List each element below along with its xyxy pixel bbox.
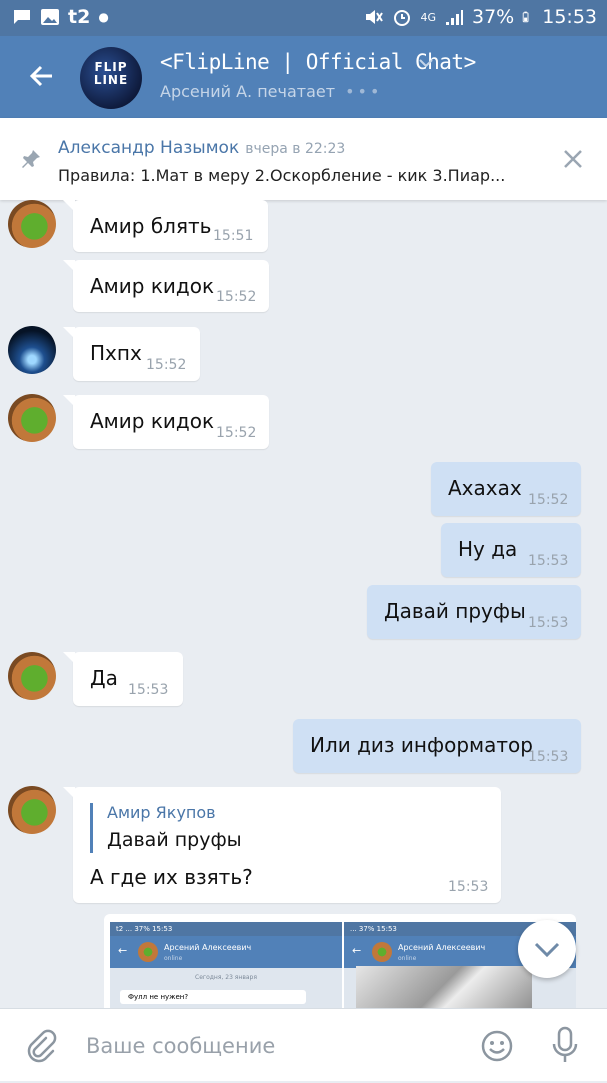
chevron-down-icon[interactable] (418, 58, 434, 68)
image-notification-icon (41, 9, 59, 25)
message-bubble[interactable]: Или диз информатор 15:53 (293, 719, 581, 773)
mini-contact-status: online (398, 955, 417, 962)
message-bubble[interactable]: Давай пруфы 15:53 (367, 585, 581, 639)
frog-avatar[interactable] (8, 394, 56, 442)
battery-icon (522, 11, 529, 23)
message-time: 15:52 (528, 492, 569, 508)
attachment-icon[interactable] (24, 1029, 58, 1063)
message-text: Ахахах (448, 476, 522, 500)
mini-avatar (138, 942, 158, 962)
message-time: 15:52 (216, 425, 257, 441)
chat-header: FLIP LINE <FlipLine | Official Chat> Арс… (0, 36, 607, 118)
message-composer (0, 1008, 607, 1083)
reply-message-bubble[interactable]: Амир Якупов Давай пруфы А где их взять? … (63, 787, 501, 903)
message-text: Да (90, 666, 118, 690)
mute-icon (366, 10, 384, 24)
status-bar: t2 ● 4G 37% 15:53 (0, 0, 607, 36)
reply-author[interactable]: Амир Якупов (107, 803, 216, 822)
mini-status-bar: t2 ... 37% 15:53 (110, 922, 342, 936)
network-type-label: 4G (420, 10, 436, 24)
message-text: Давай пруфы (384, 599, 526, 623)
microphone-icon[interactable] (550, 1026, 580, 1064)
attached-screenshot[interactable]: t2 ... 37% 15:53 ← Арсений Алексеевич on… (110, 922, 342, 1008)
mini-message: Фулл не нужен? (120, 990, 306, 1004)
typing-status-text: Арсений А. печатает (160, 82, 336, 101)
signal-icon (446, 10, 463, 25)
message-time: 15:53 (528, 553, 569, 569)
pinned-time: вчера в 22:23 (245, 141, 346, 157)
notification-dot-icon: ● (98, 10, 109, 24)
scroll-to-bottom-button[interactable] (518, 920, 576, 978)
message-bubble[interactable]: Амир кидок 15:52 (63, 395, 269, 449)
message-bubble[interactable]: Ахахах 15:52 (431, 462, 581, 516)
carrier-label: t2 (68, 6, 91, 28)
message-text: Амир кидок (90, 274, 215, 298)
battery-percent-label: 37% (472, 6, 515, 28)
frog-avatar[interactable] (8, 786, 56, 834)
message-text: Пхпх (90, 341, 142, 365)
mini-contact-name: Арсений Алексеевич (164, 943, 252, 952)
frog-avatar[interactable] (8, 200, 56, 248)
pin-icon (22, 150, 40, 168)
message-time: 15:52 (146, 357, 187, 373)
typing-dots-icon: ••• (345, 82, 383, 101)
message-time: 15:51 (213, 228, 254, 244)
message-time: 15:53 (448, 879, 489, 895)
emoji-icon[interactable] (480, 1029, 514, 1063)
mini-photo (356, 966, 532, 1008)
message-time: 15:53 (528, 615, 569, 631)
back-arrow-icon[interactable] (24, 58, 60, 94)
mini-back-icon: ← (352, 944, 362, 957)
chat-avatar-logo: FLIP LINE (93, 60, 129, 87)
pinned-message[interactable]: Александр Назымок вчера в 22:23 Правила: … (0, 118, 607, 200)
message-bubble[interactable]: Да 15:53 (63, 652, 183, 706)
photo-attachments[interactable]: t2 ... 37% 15:53 ← Арсений Алексеевич on… (104, 914, 576, 1008)
chat-avatar[interactable]: FLIP LINE (80, 47, 142, 109)
pinned-text: Правила: 1.Мат в меру 2.Оскорбление - ки… (58, 166, 506, 185)
message-text: А где их взять? (90, 865, 253, 889)
message-time: 15:53 (528, 749, 569, 765)
pinned-author: Александр Назымок вчера в 22:23 (58, 138, 345, 158)
earth-avatar[interactable] (8, 326, 56, 374)
chevron-down-icon (534, 942, 560, 958)
mini-contact-status: online (164, 955, 183, 962)
typing-status: Арсений А. печатает ••• (160, 82, 382, 101)
mini-back-icon: ← (118, 944, 128, 957)
message-text: Ну да (458, 537, 518, 561)
message-input[interactable] (84, 1009, 468, 1083)
frog-avatar[interactable] (8, 652, 56, 700)
message-notification-icon (14, 10, 30, 24)
mini-avatar (372, 942, 392, 962)
message-bubble[interactable]: Ну да 15:53 (441, 523, 581, 577)
reply-quote-bar (90, 803, 93, 853)
mini-contact-name: Арсений Алексеевич (398, 943, 486, 952)
message-time: 15:52 (216, 289, 257, 305)
message-bubble[interactable]: Амир кидок 15:52 (63, 260, 269, 312)
alarm-icon (394, 10, 411, 26)
message-text: Или диз информатор (310, 733, 533, 757)
reply-quoted-text: Давай пруфы (107, 829, 242, 851)
pinned-author-name: Александр Назымок (58, 138, 240, 158)
message-bubble[interactable]: Пхпх 15:52 (63, 327, 200, 381)
mini-header: ← Арсений Алексеевич online (110, 936, 342, 968)
mini-date-separator: Сегодня, 23 января (195, 974, 257, 981)
message-list[interactable]: Амир блять 15:51 Амир кидок 15:52 Пхпх 1… (0, 200, 607, 1008)
status-time-label: 15:53 (542, 6, 597, 28)
message-text: Амир блять (90, 214, 212, 238)
message-time: 15:53 (128, 682, 169, 698)
message-text: Амир кидок (90, 409, 215, 433)
message-bubble[interactable]: Амир блять 15:51 (63, 200, 268, 252)
close-icon[interactable] (561, 147, 585, 171)
